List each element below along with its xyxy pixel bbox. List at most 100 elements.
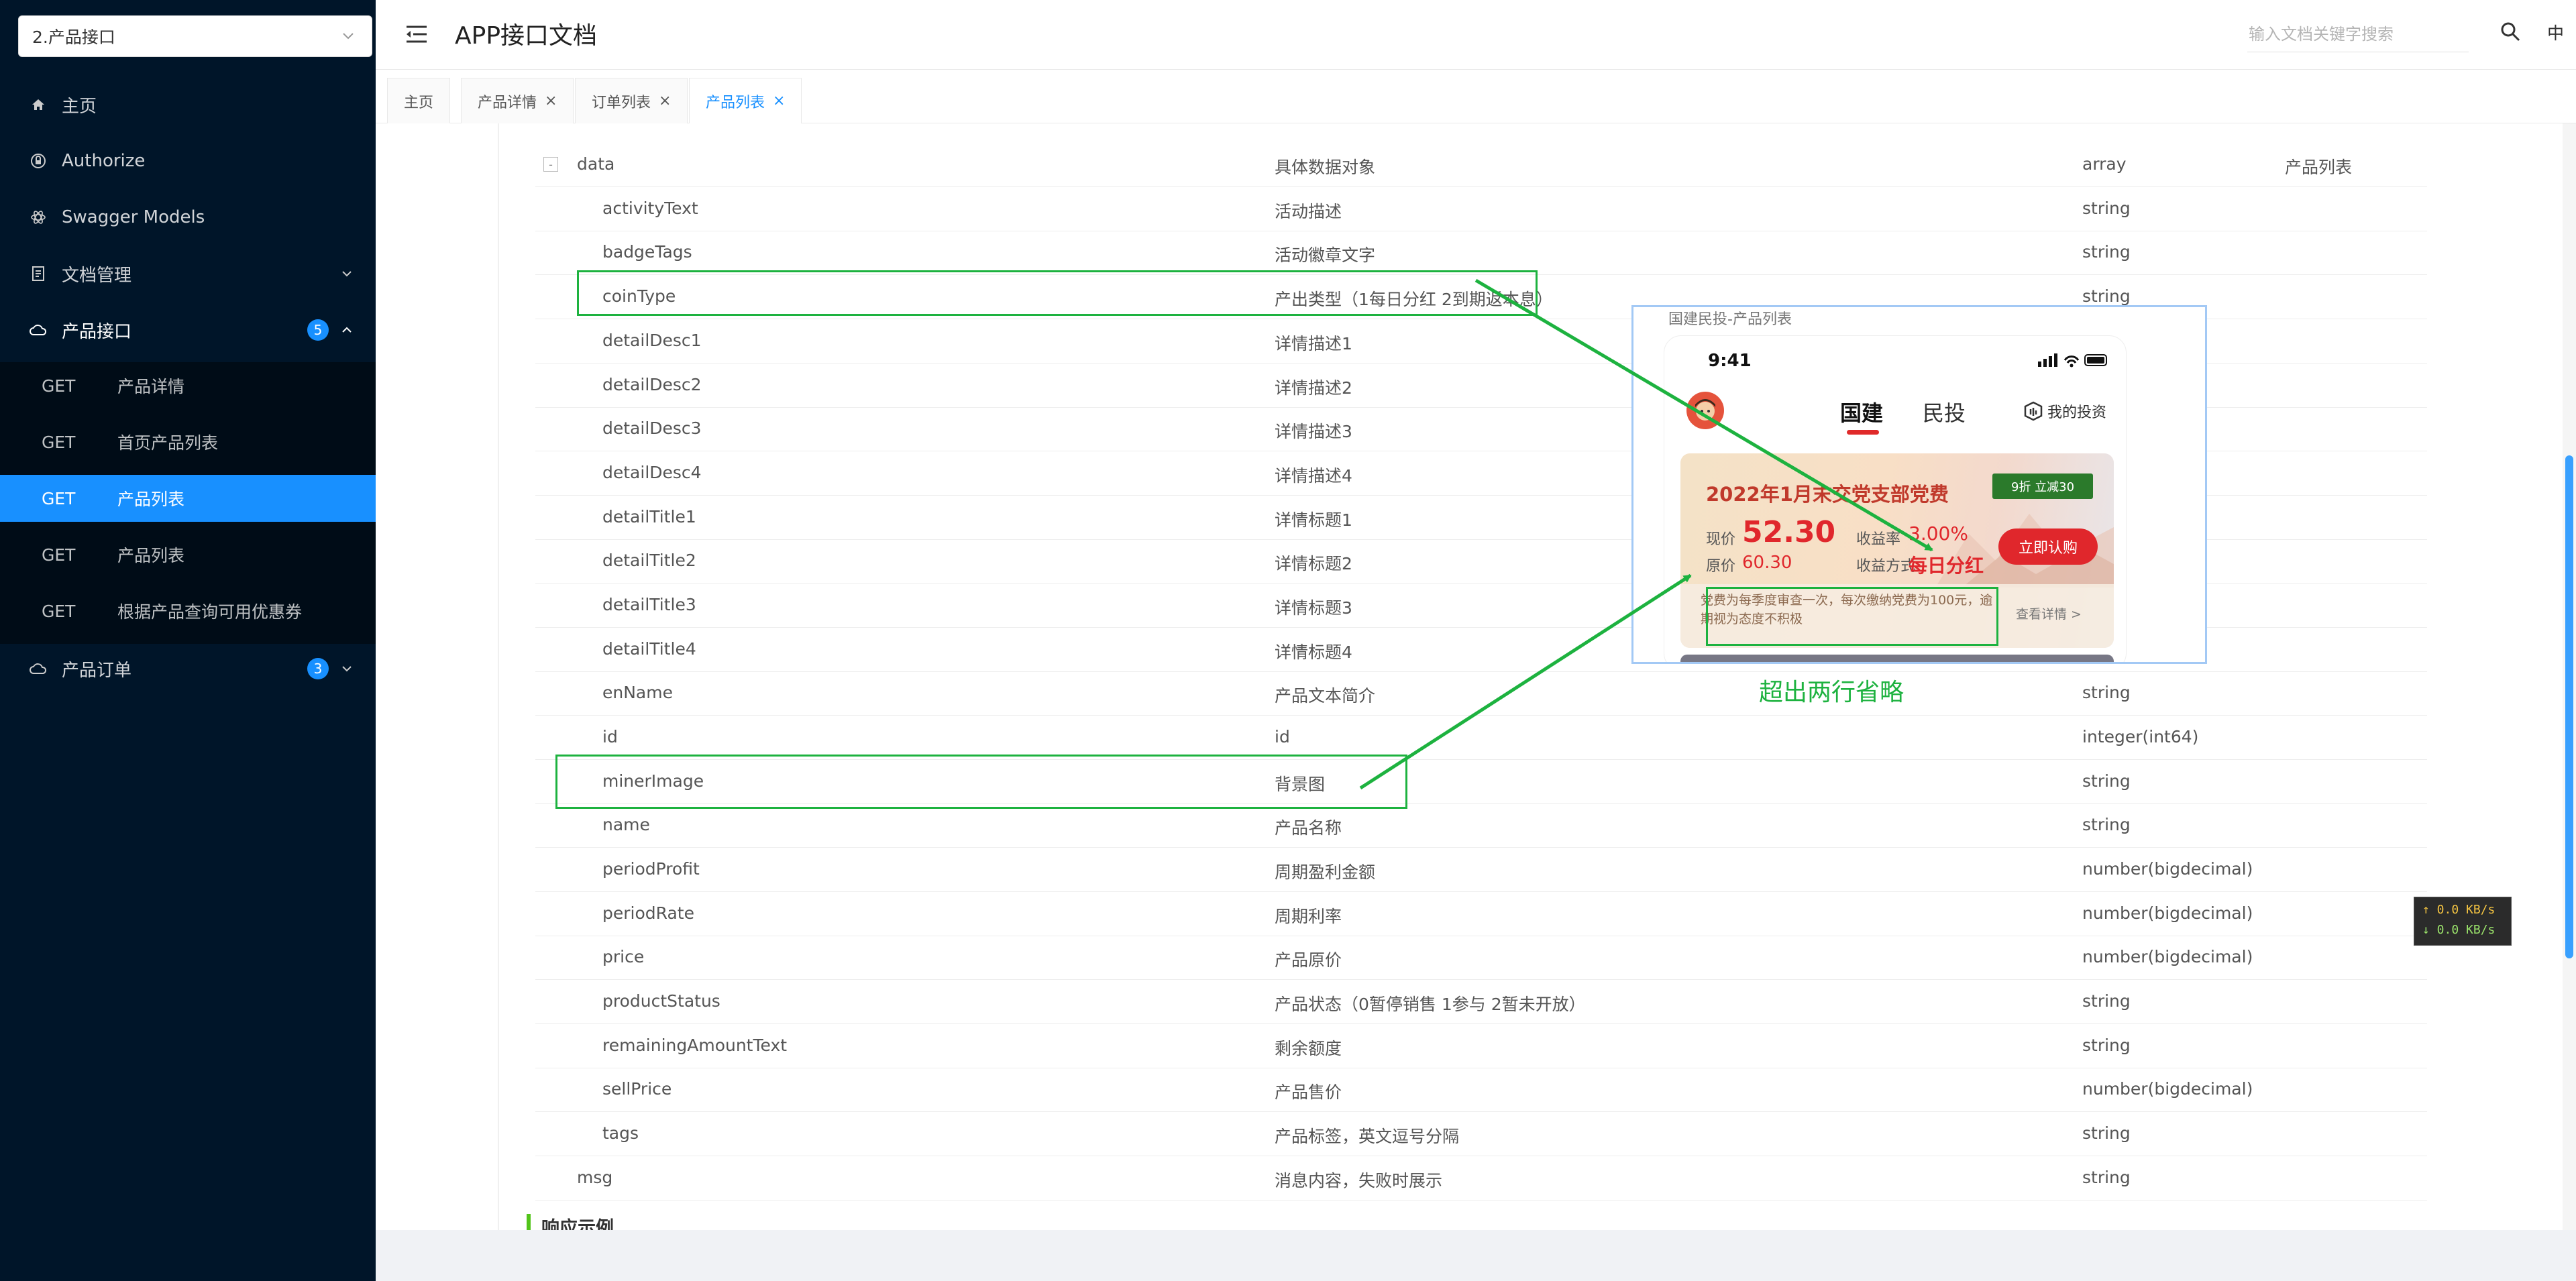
- close-icon[interactable]: ×: [545, 93, 557, 109]
- tab-order-list[interactable]: 订单列表 ×: [575, 78, 688, 123]
- collapse-toggle[interactable]: -: [543, 157, 558, 172]
- http-method: GET: [42, 545, 76, 565]
- param-row: periodProfit 周期盈利金额 number(bigdecimal): [535, 848, 2427, 892]
- param-type: string: [2082, 683, 2131, 702]
- menu-collapse-icon[interactable]: [402, 20, 431, 48]
- menu-item-authorize[interactable]: Authorize: [0, 133, 376, 189]
- scrollbar[interactable]: [2563, 123, 2576, 1230]
- param-desc: 详情标题3: [1275, 598, 1352, 618]
- tab-home[interactable]: 主页: [387, 78, 451, 123]
- endpoint-item[interactable]: GET 首页产品列表: [0, 419, 376, 465]
- param-schema[interactable]: 产品列表: [2285, 154, 2352, 178]
- download-speed: ↓ 0.0 KB/s: [2422, 923, 2496, 937]
- highlight-box-cointype: [577, 270, 1538, 316]
- param-type: string: [2082, 242, 2131, 262]
- menu-item-label: 产品订单: [62, 660, 132, 681]
- menu-item-product-orders[interactable]: 产品订单 3: [0, 640, 376, 697]
- endpoint-item[interactable]: GET 产品列表: [0, 531, 376, 578]
- http-method: GET: [42, 488, 76, 508]
- annotation-label: 超出两行省略: [1759, 679, 1904, 706]
- param-type: string: [2082, 1123, 2131, 1143]
- param-desc: 产品标签，英文逗号分隔: [1275, 1127, 1460, 1146]
- promo-badge: 9折 立减30: [1992, 474, 2093, 499]
- tab-label: 订单列表: [592, 94, 651, 111]
- param-row: name 产品名称 string: [535, 804, 2427, 848]
- param-desc: 产品文本简介: [1275, 686, 1376, 706]
- tab-underline: [1847, 430, 1879, 435]
- param-name: detailDesc4: [602, 463, 702, 482]
- endpoint-name: 根据产品查询可用优惠券: [117, 602, 303, 622]
- param-name: badgeTags: [602, 242, 692, 262]
- param-name: tags: [602, 1123, 639, 1143]
- param-row: badgeTags 活动徽章文字 string: [535, 231, 2427, 275]
- param-desc: 产品售价: [1275, 1082, 1342, 1102]
- chevron-down-icon: [338, 26, 358, 46]
- cube-icon: [2024, 401, 2043, 421]
- param-type: number(bigdecimal): [2082, 859, 2253, 879]
- param-row: tags 产品标签，英文逗号分隔 string: [535, 1113, 2427, 1156]
- param-row: periodRate 周期利率 number(bigdecimal): [535, 893, 2427, 936]
- cloud-icon: [28, 320, 48, 340]
- param-desc: 产品名称: [1275, 818, 1342, 838]
- endpoint-item[interactable]: GET 根据产品查询可用优惠券: [0, 588, 376, 634]
- footer-band: [376, 1230, 2576, 1281]
- param-desc: id: [1275, 727, 1290, 746]
- close-icon[interactable]: ×: [659, 93, 671, 109]
- param-desc: 具体数据对象: [1275, 158, 1376, 177]
- response-example-heading: 响应示例: [527, 1214, 614, 1230]
- param-desc: 周期利率: [1275, 907, 1342, 926]
- endpoint-item-active[interactable]: GET 产品列表: [0, 475, 376, 522]
- language-switch[interactable]: 中: [2547, 20, 2564, 44]
- param-row: productStatus 产品状态（0暂停销售 1参与 2暂未开放） stri…: [535, 981, 2427, 1024]
- param-name: activityText: [602, 199, 698, 218]
- param-row: sellPrice 产品售价 number(bigdecimal): [535, 1068, 2427, 1112]
- param-name: detailTitle4: [602, 639, 696, 659]
- preview-tab-active: 国建: [1840, 400, 1884, 426]
- param-name: detailTitle3: [602, 595, 696, 614]
- home-icon: [28, 95, 48, 115]
- original-price-value: 60.30: [1742, 553, 1792, 573]
- param-type: string: [2082, 1036, 2131, 1055]
- view-detail-link: 查看详情 >: [2016, 607, 2082, 622]
- param-row-msg: msg 消息内容，失败时展示 string: [535, 1157, 2427, 1201]
- tab-product-list[interactable]: 产品列表 ×: [689, 78, 802, 124]
- endpoint-name: 首页产品列表: [117, 433, 219, 453]
- search-icon[interactable]: [2499, 20, 2522, 43]
- param-name: periodProfit: [602, 859, 700, 879]
- scrollbar-thumb[interactable]: [2565, 455, 2573, 958]
- param-name: detailDesc2: [602, 375, 702, 394]
- group-select-value: 2.产品接口: [32, 27, 115, 47]
- param-name: id: [602, 727, 618, 746]
- tab-label: 主页: [404, 94, 434, 111]
- my-investment-link: 我的投资: [2023, 400, 2106, 422]
- param-name: productStatus: [602, 991, 720, 1011]
- param-row: remainingAmountText 剩余额度 string: [535, 1025, 2427, 1068]
- param-type: string: [2082, 815, 2131, 834]
- param-desc: 产品状态（0暂停销售 1参与 2暂未开放）: [1275, 995, 1586, 1014]
- menu-item-home[interactable]: 主页: [0, 76, 376, 133]
- endpoint-name: 产品列表: [117, 546, 185, 565]
- preview-tab: 民投: [1923, 400, 1966, 426]
- param-row: activityText 活动描述 string: [535, 188, 2427, 231]
- tab-label: 产品列表: [706, 95, 765, 111]
- menu-item-product-api[interactable]: 产品接口 5: [0, 302, 376, 358]
- product-api-submenu: GET 产品详情 GET 首页产品列表 GET 产品列表 GET 产品列表 GE…: [0, 362, 376, 644]
- network-speed-widget: ↑ 0.0 KB/s ↓ 0.0 KB/s: [2414, 897, 2512, 946]
- search-input[interactable]: [2247, 15, 2471, 53]
- menu-item-label: Authorize: [62, 151, 146, 171]
- group-select[interactable]: 2.产品接口: [18, 15, 372, 57]
- endpoint-item[interactable]: GET 产品详情: [0, 362, 376, 409]
- chevron-up-icon: [337, 320, 357, 340]
- menu-item-doc-management[interactable]: 文档管理: [0, 245, 376, 302]
- income-method-value: 每日分红: [1909, 555, 1984, 577]
- param-desc: 详情标题4: [1275, 643, 1352, 662]
- upload-speed: ↑ 0.0 KB/s: [2422, 903, 2496, 917]
- close-icon[interactable]: ×: [773, 94, 785, 109]
- current-price-value: 52.30: [1742, 515, 1836, 549]
- cloud-icon: [28, 659, 48, 679]
- highlight-box-minerimage: [555, 755, 1407, 809]
- menu-item-swagger-models[interactable]: Swagger Models: [0, 189, 376, 245]
- endpoint-name: 产品详情: [117, 377, 185, 396]
- tab-product-detail[interactable]: 产品详情 ×: [461, 78, 574, 123]
- atom-icon: [28, 207, 48, 227]
